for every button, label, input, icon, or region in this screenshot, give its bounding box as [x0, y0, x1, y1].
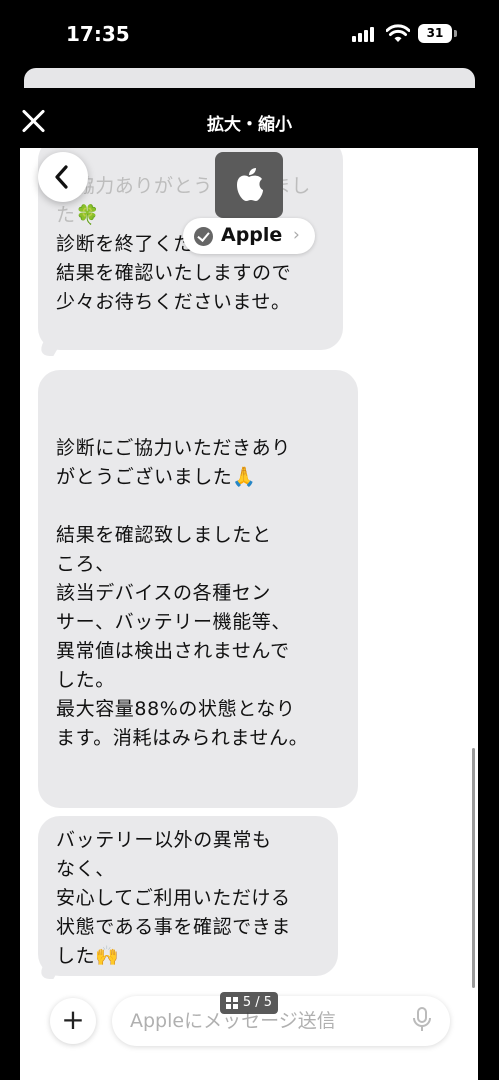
message-bubble: バッテリー以外の異常も なく、 安心してご利用いただける 状態である事を確認でき…: [38, 816, 338, 976]
battery-cap: [454, 30, 457, 37]
chevron-right-icon: ›: [293, 225, 300, 245]
message-text: バッテリー以外の異常も なく、 安心してご利用いただける 状態である事を確認でき…: [56, 829, 292, 967]
message-input[interactable]: Appleにメッセージ送信: [112, 996, 450, 1046]
page-count: 5 / 5: [242, 995, 272, 1010]
apple-avatar[interactable]: [215, 152, 283, 218]
grid-icon: [226, 997, 238, 1009]
message-composer: + Appleにメッセージ送信 5 / 5: [20, 992, 478, 1052]
page-indicator: 5 / 5: [220, 992, 278, 1014]
contact-name-chip[interactable]: Apple ›: [183, 218, 315, 254]
battery-icon: 31: [418, 24, 452, 43]
viewer-title: 拡大・縮小: [207, 115, 292, 135]
chat-screenshot: ご協力ありがとうございました🍀 診断を終了くださいませ。 結果を確認いたしますの…: [20, 148, 478, 1080]
wifi-icon: [386, 24, 410, 42]
signal-icon: [352, 26, 378, 42]
chevron-left-icon: [55, 165, 68, 189]
scrollbar[interactable]: [472, 748, 475, 988]
viewer-header: 拡大・縮小: [0, 96, 499, 148]
apple-logo-icon: [237, 168, 263, 201]
microphone-icon[interactable]: [412, 1007, 432, 1033]
message-bubble: 診断にご協力いただきあり がとうございました🙏 結果を確認致しましたと ころ、 …: [38, 370, 358, 808]
back-button[interactable]: [38, 152, 88, 202]
message-text: 診断にご協力いただきあり がとうございました🙏 結果を確認致しましたと ころ、 …: [56, 437, 309, 749]
background-sheet: [24, 68, 475, 88]
contact-name: Apple: [221, 224, 283, 246]
status-time: 17:35: [66, 22, 130, 46]
add-attachment-button[interactable]: +: [50, 998, 96, 1044]
status-bar: 17:35 31: [0, 0, 499, 66]
verified-badge-icon: [194, 227, 213, 246]
